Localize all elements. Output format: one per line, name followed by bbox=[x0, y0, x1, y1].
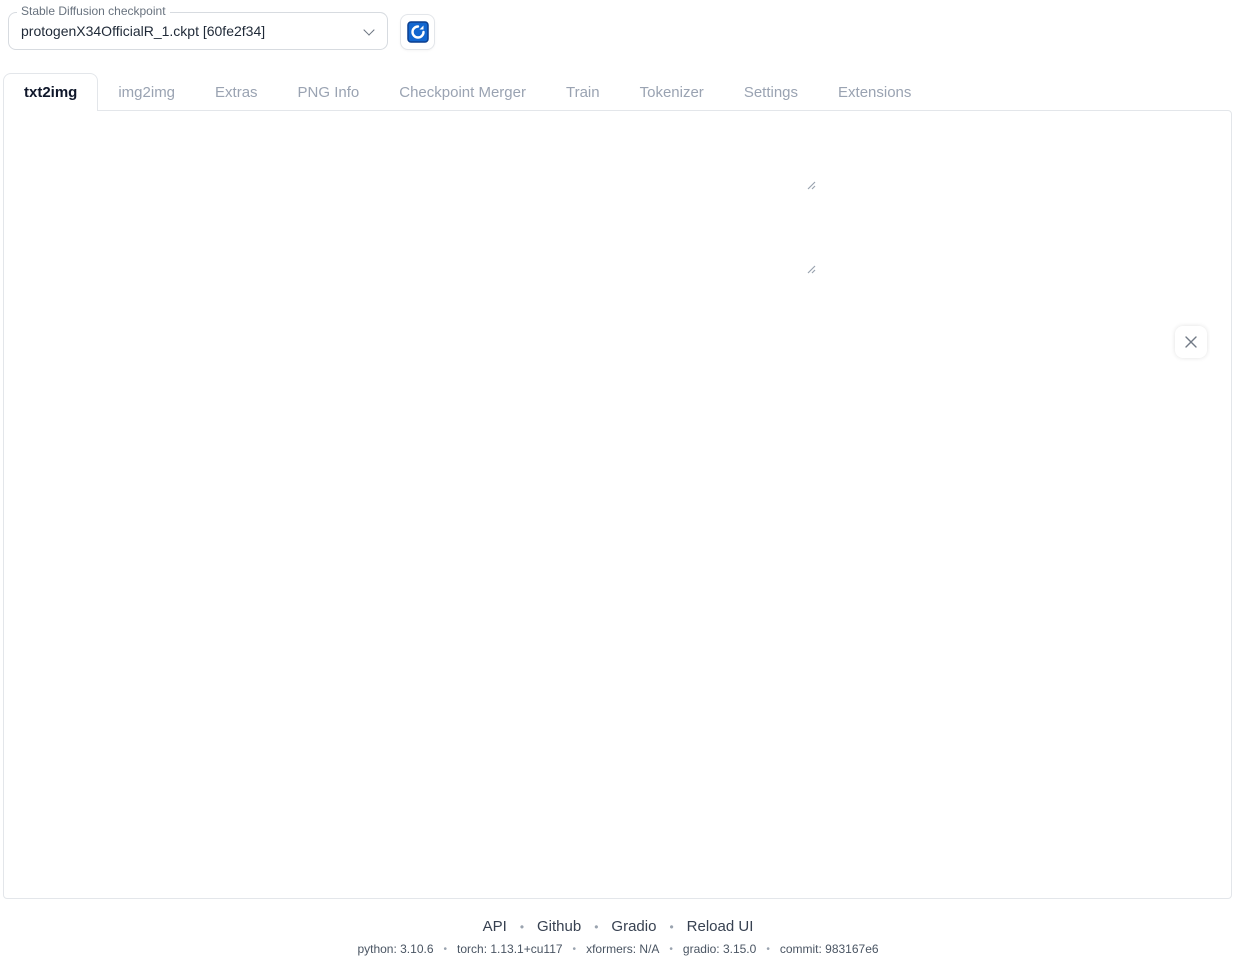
footer-link-api[interactable]: API bbox=[483, 918, 507, 935]
torch-version: torch: 1.13.1+cu117 bbox=[457, 942, 563, 956]
resize-handle[interactable] bbox=[806, 180, 816, 190]
refresh-icon bbox=[407, 21, 429, 43]
close-icon bbox=[1184, 335, 1198, 349]
refresh-checkpoints-button[interactable] bbox=[400, 14, 435, 50]
commit-hash: commit: 983167e6 bbox=[780, 942, 879, 956]
checkpoint-dropdown[interactable]: Stable Diffusion checkpoint protogenX34O… bbox=[8, 12, 388, 50]
tab-train[interactable]: Train bbox=[546, 75, 620, 111]
bullet-separator: • bbox=[573, 944, 577, 955]
tab-checkpoint-merger[interactable]: Checkpoint Merger bbox=[379, 75, 546, 111]
footer-links: API • Github • Gradio • Reload UI bbox=[0, 918, 1236, 935]
tab-png-info[interactable]: PNG Info bbox=[278, 75, 380, 111]
main-tabs: txt2img img2img Extras PNG Info Checkpoi… bbox=[3, 73, 931, 111]
tab-settings[interactable]: Settings bbox=[724, 75, 818, 111]
footer-link-reload-ui[interactable]: Reload UI bbox=[687, 918, 754, 935]
checkpoint-value: protogenX34OfficialR_1.ckpt [60fe2f34] bbox=[21, 13, 265, 49]
tab-img2img[interactable]: img2img bbox=[98, 75, 195, 111]
gradio-version: gradio: 3.15.0 bbox=[683, 942, 756, 956]
python-version: python: 3.10.6 bbox=[357, 942, 433, 956]
bullet-separator: • bbox=[669, 944, 673, 955]
tab-extras[interactable]: Extras bbox=[195, 75, 278, 111]
bullet-separator: • bbox=[520, 920, 524, 934]
footer-link-github[interactable]: Github bbox=[537, 918, 581, 935]
tab-tokenizer[interactable]: Tokenizer bbox=[620, 75, 724, 111]
xformers-version: xformers: N/A bbox=[586, 942, 659, 956]
resize-handle[interactable] bbox=[806, 264, 816, 274]
footer-versions: python: 3.10.6 • torch: 1.13.1+cu117 • x… bbox=[0, 942, 1236, 956]
bullet-separator: • bbox=[669, 920, 673, 934]
bullet-separator: • bbox=[766, 944, 770, 955]
footer-link-gradio[interactable]: Gradio bbox=[611, 918, 656, 935]
close-preview-button[interactable] bbox=[1175, 326, 1207, 358]
bullet-separator: • bbox=[594, 920, 598, 934]
txt2img-panel bbox=[3, 110, 1232, 899]
sd-webui-page: Stable Diffusion checkpoint protogenX34O… bbox=[0, 0, 1236, 966]
tab-extensions[interactable]: Extensions bbox=[818, 75, 931, 111]
tab-txt2img[interactable]: txt2img bbox=[3, 73, 98, 111]
bullet-separator: • bbox=[444, 944, 448, 955]
chevron-down-icon bbox=[363, 24, 374, 35]
